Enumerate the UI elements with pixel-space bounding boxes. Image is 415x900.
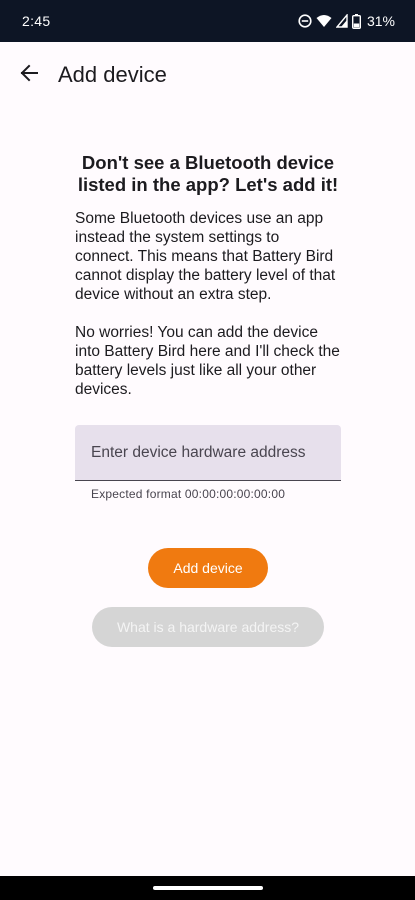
status-time: 2:45 bbox=[22, 13, 51, 29]
battery-icon bbox=[351, 13, 361, 29]
app-bar: Add device bbox=[0, 42, 415, 108]
battery-percent: 31% bbox=[366, 13, 395, 29]
info-section: Don't see a Bluetooth device listed in t… bbox=[75, 152, 341, 399]
navigation-bar bbox=[0, 876, 415, 900]
what-is-hardware-address-button[interactable]: What is a hardware address? bbox=[92, 607, 324, 647]
wifi-icon bbox=[316, 14, 332, 28]
page-title: Add device bbox=[58, 62, 167, 87]
back-button[interactable] bbox=[5, 51, 53, 99]
signal-icon bbox=[335, 14, 348, 28]
description-paragraph-2: No worries! You can add the device into … bbox=[75, 324, 340, 398]
headline: Don't see a Bluetooth device listed in t… bbox=[77, 152, 339, 195]
hardware-address-field[interactable] bbox=[75, 425, 341, 481]
description-paragraph-1: Some Bluetooth devices use an app instea… bbox=[75, 210, 336, 303]
gesture-handle[interactable] bbox=[153, 886, 263, 890]
add-device-button[interactable]: Add device bbox=[148, 548, 268, 588]
hardware-address-input[interactable] bbox=[75, 425, 341, 480]
status-bar: 2:45 31% bbox=[0, 0, 415, 42]
do-not-disturb-icon bbox=[298, 14, 312, 28]
status-icons: 31% bbox=[298, 13, 395, 29]
field-helper-text: Expected format 00:00:00:00:00:00 bbox=[91, 487, 286, 501]
arrow-back-icon bbox=[19, 63, 39, 88]
